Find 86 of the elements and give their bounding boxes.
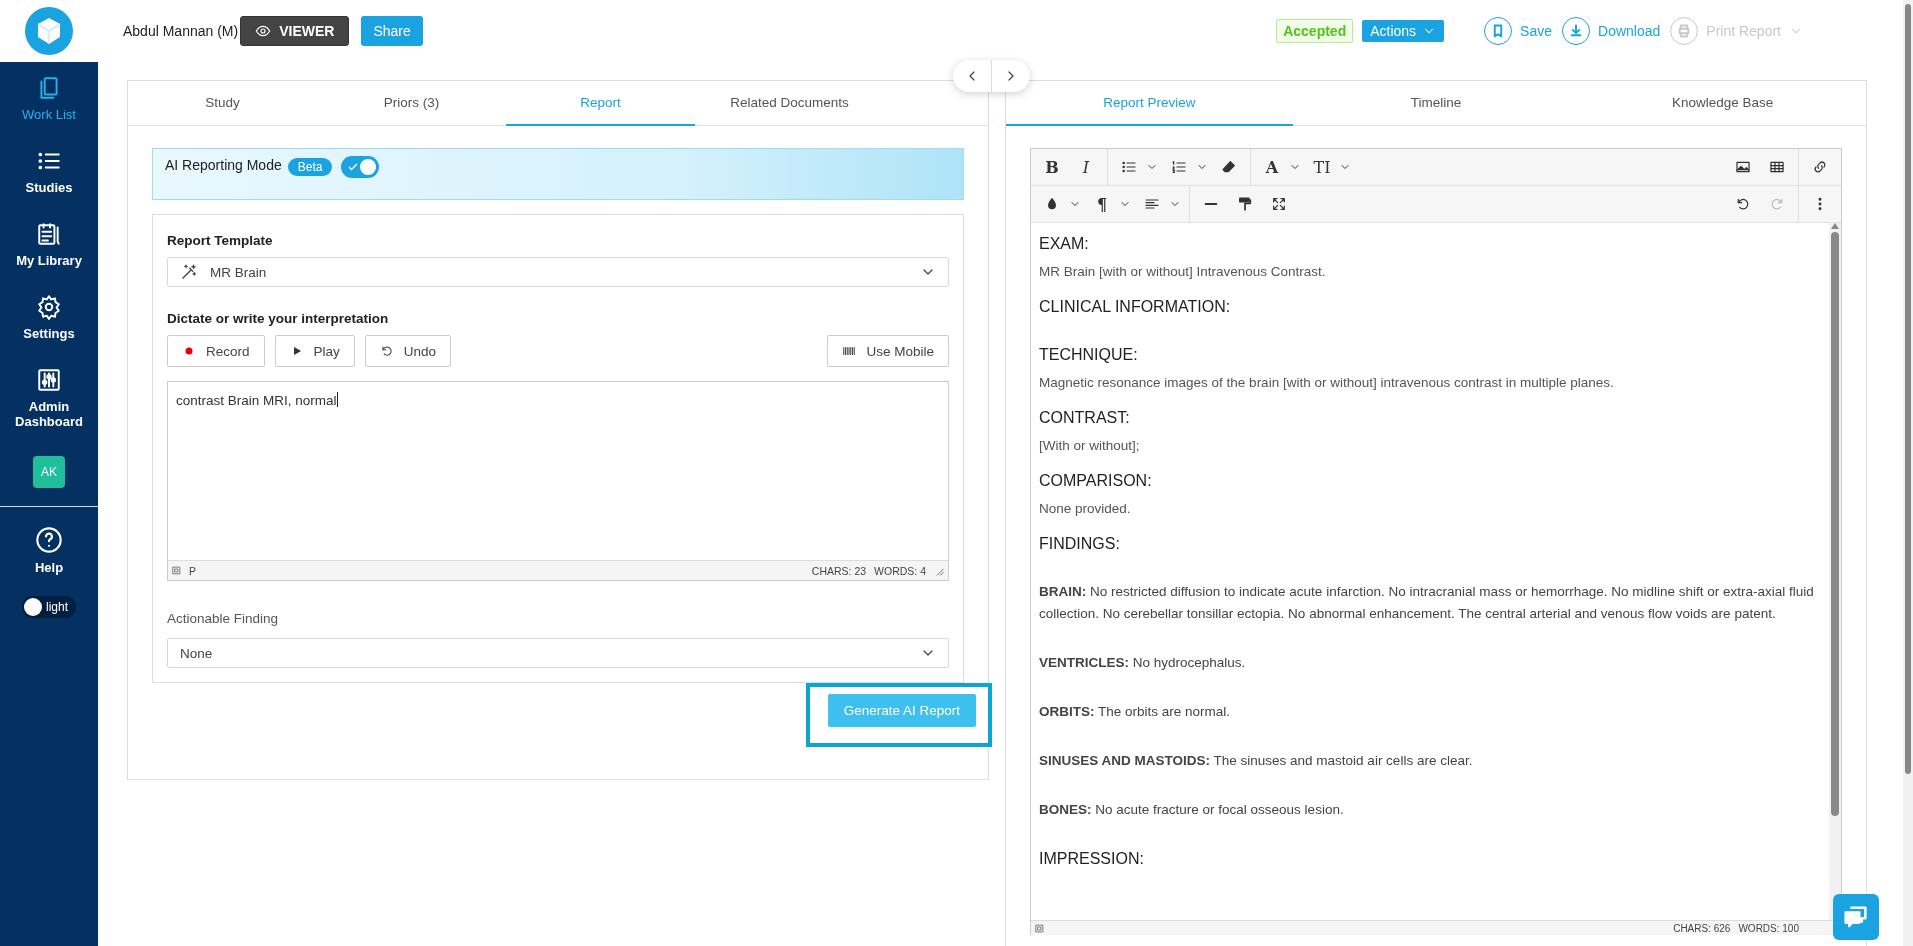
play-button[interactable]: Play bbox=[274, 335, 355, 367]
eraser-icon[interactable] bbox=[1221, 159, 1237, 175]
report-finding: ORBITS: The orbits are normal. bbox=[1039, 703, 1232, 721]
bullet-list-icon[interactable] bbox=[1121, 159, 1137, 175]
block-icon bbox=[1035, 923, 1044, 933]
image-icon[interactable] bbox=[1735, 159, 1751, 175]
report-text: [With or without]; bbox=[1039, 437, 1141, 455]
help-item[interactable]: Help bbox=[0, 513, 98, 588]
undo-button[interactable]: Undo bbox=[364, 335, 452, 367]
char-count: CHARS: 626 bbox=[1673, 922, 1731, 934]
element-path: P bbox=[189, 564, 196, 577]
undo-icon bbox=[379, 344, 394, 358]
tab[interactable]: Timeline bbox=[1292, 81, 1580, 126]
nav-label: Admin Dashboard bbox=[14, 399, 84, 429]
nav-label: Studies bbox=[25, 180, 73, 195]
clipboard-icon bbox=[36, 221, 62, 247]
paragraph-button[interactable]: ¶ bbox=[1085, 190, 1119, 218]
gear-icon bbox=[36, 294, 62, 320]
nav-item[interactable]: Studies bbox=[0, 135, 98, 208]
ai-mode-label: AI Reporting Mode bbox=[165, 157, 282, 173]
field-label: Report Template bbox=[167, 233, 274, 248]
magic-wand-icon bbox=[180, 263, 198, 281]
link-label: Save bbox=[1520, 23, 1553, 39]
tab[interactable]: Study bbox=[128, 81, 317, 126]
report-heading: CONTRAST: bbox=[1039, 408, 1131, 428]
word-count: WORDS: 4 bbox=[874, 564, 926, 577]
report-finding: BRAIN: No restricted diffusion to indicate acute infarction. No intracranial mass or hemorrhage. No midline shift or extra-axial fluid collection. No cerebellar tonsillar ectopia. No abnormal enhancement. The central arterial and venous flow voids are patent. bbox=[1039, 583, 1815, 623]
field-label: Actionable Finding bbox=[167, 611, 280, 626]
report-heading: COMPARISON: bbox=[1039, 471, 1153, 491]
align-icon[interactable] bbox=[1144, 196, 1160, 212]
report-text: MR Brain [with or without] Intravenous Contrast. bbox=[1039, 263, 1327, 281]
nav-item[interactable]: Settings bbox=[0, 281, 98, 354]
nav-item[interactable]: Work List bbox=[0, 62, 98, 135]
sliders-icon bbox=[36, 367, 62, 393]
eye-icon bbox=[255, 23, 272, 39]
expand-icon[interactable] bbox=[1271, 196, 1287, 212]
report-heading: CLINICAL INFORMATION: bbox=[1039, 297, 1232, 317]
template-select[interactable]: MR Brain bbox=[167, 257, 949, 287]
nav-label: Settings bbox=[23, 326, 75, 341]
block-icon bbox=[172, 566, 181, 575]
undo-icon[interactable] bbox=[1735, 196, 1751, 212]
paint-roller-icon[interactable] bbox=[1237, 196, 1253, 212]
viewer-button[interactable]: VIEWER bbox=[240, 16, 350, 46]
report-heading: FINDINGS: bbox=[1039, 534, 1121, 554]
patient-name: Abdul Mannan (M) bbox=[123, 23, 239, 39]
tab[interactable]: Priors (3) bbox=[317, 81, 506, 126]
bold-button[interactable]: B bbox=[1035, 153, 1069, 181]
actionable-finding-select[interactable]: None bbox=[167, 638, 949, 668]
nav-label: Work List bbox=[22, 107, 76, 122]
report-finding: BONES: No acute fracture or focal osseous lesion. bbox=[1039, 801, 1345, 819]
numbered-list-icon[interactable] bbox=[1171, 159, 1187, 175]
editor-scrollbar[interactable] bbox=[1829, 223, 1841, 920]
field-label: Dictate or write your interpretation bbox=[167, 311, 390, 326]
tab[interactable]: Related Documents bbox=[695, 81, 884, 126]
barcode-icon bbox=[842, 344, 857, 358]
ai-mode-toggle[interactable] bbox=[341, 156, 380, 178]
help-icon bbox=[35, 526, 63, 554]
nav-item[interactable]: My Library bbox=[0, 208, 98, 281]
word-count: WORDS: 100 bbox=[1738, 922, 1799, 934]
report-finding: VENTRICLES: No hydrocephalus. bbox=[1039, 654, 1247, 672]
tab[interactable]: Knowledge Base bbox=[1579, 81, 1866, 126]
page-scrollbar[interactable] bbox=[1905, 4, 1911, 774]
help-label: Help bbox=[34, 560, 64, 575]
theme-toggle[interactable]: light bbox=[22, 596, 76, 618]
check-icon bbox=[347, 161, 360, 173]
report-text: Magnetic resonance images of the brain [with or without] intravenous contrast in multiple planes. bbox=[1039, 374, 1615, 392]
logo-icon bbox=[24, 6, 74, 56]
report-heading: TECHNIQUE: bbox=[1039, 345, 1139, 365]
beta-badge: Beta bbox=[287, 158, 333, 176]
link-icon[interactable] bbox=[1812, 159, 1828, 175]
italic-button[interactable]: I bbox=[1069, 153, 1103, 181]
report-heading: IMPRESSION: bbox=[1039, 849, 1145, 869]
font-size-button[interactable]: TI bbox=[1305, 153, 1339, 181]
report-text: None provided. bbox=[1039, 500, 1132, 518]
status-badge: Accepted bbox=[1276, 19, 1354, 43]
nav-label: My Library bbox=[16, 253, 82, 268]
font-color-button[interactable]: A bbox=[1255, 153, 1289, 181]
link-label: Download bbox=[1598, 23, 1661, 39]
table-icon[interactable] bbox=[1769, 159, 1785, 175]
use-mobile-button[interactable]: Use Mobile bbox=[827, 335, 949, 367]
report-finding: SINUSES AND MASTOIDS: The sinuses and mastoid air cells are clear. bbox=[1039, 752, 1474, 770]
char-count: CHARS: 23 bbox=[811, 564, 867, 577]
nav-item[interactable]: Admin Dashboard bbox=[0, 354, 98, 442]
record-button[interactable]: Record bbox=[167, 335, 265, 367]
report-heading: EXAM: bbox=[1039, 234, 1090, 254]
interpretation-field[interactable]: contrast Brain MRI, normal bbox=[168, 382, 948, 560]
